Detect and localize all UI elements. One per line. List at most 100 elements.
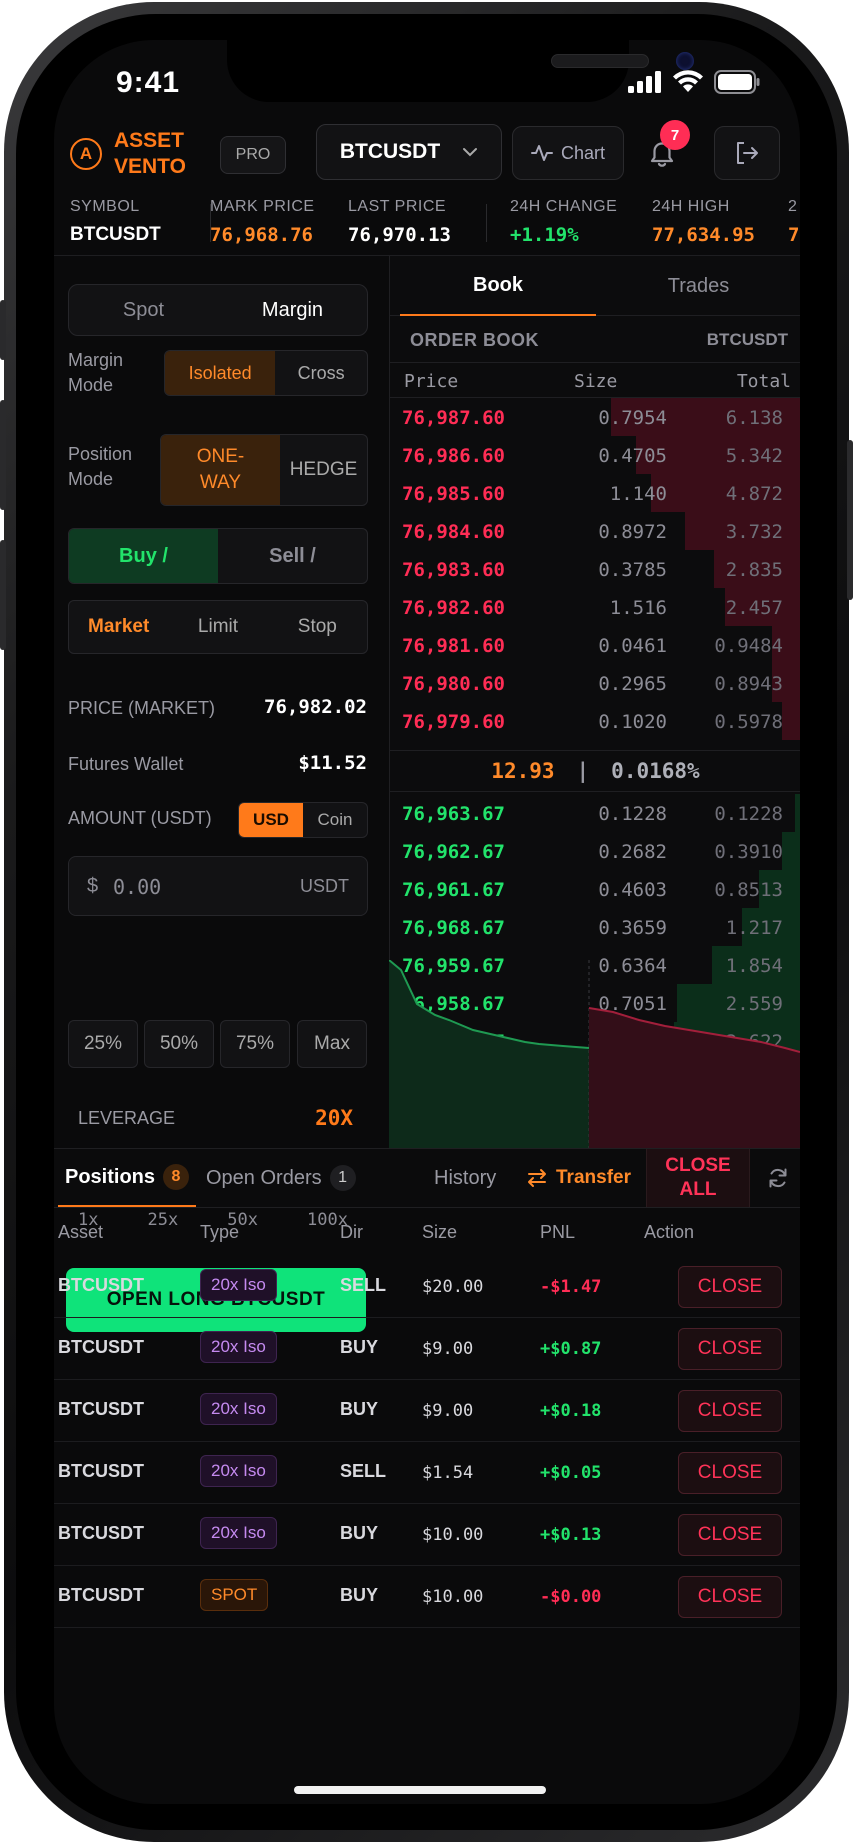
status-time: 9:41 — [116, 66, 181, 99]
amount-prefix: $ — [87, 875, 99, 897]
margin-mode-isolated[interactable]: Isolated — [165, 351, 276, 395]
ask-row[interactable]: 76,980.60 0.2965 0.8943 — [390, 664, 800, 702]
position-asset: BTCUSDT — [58, 1585, 144, 1605]
pro-mode-button[interactable]: PRO — [220, 136, 286, 174]
column-size: Size — [574, 371, 618, 392]
ask-depth-area — [589, 1008, 800, 1148]
chart-button-label: Chart — [560, 142, 605, 163]
position-asset: BTCUSDT — [58, 1523, 144, 1543]
order-type-market[interactable]: Market — [69, 601, 168, 653]
buy-tab[interactable]: Buy / — [69, 529, 218, 583]
position-mode-one-way[interactable]: ONE-WAY — [161, 435, 280, 505]
ticker-value: BTCUSDT — [70, 224, 161, 245]
position-row: BTCUSDT SPOT BUY $10.00 -$0.00 CLOSE — [54, 1566, 800, 1628]
leverage-label: LEVERAGE — [78, 1108, 176, 1128]
ask-row[interactable]: 76,984.60 0.8972 3.732 — [390, 512, 800, 550]
pct-max-button[interactable]: Max — [297, 1020, 367, 1068]
position-asset: BTCUSDT — [58, 1337, 144, 1357]
logout-button[interactable] — [714, 126, 780, 180]
tab-book[interactable]: Book — [400, 256, 596, 316]
ask-row[interactable]: 76,986.60 0.4705 5.342 — [390, 436, 800, 474]
ticker-label: 24H HIGH — [652, 198, 730, 215]
margin-mode-cross[interactable]: Cross — [275, 351, 367, 395]
bid-row[interactable]: 76,961.67 0.4603 0.8513 — [390, 870, 800, 908]
order-total: 4.872 — [725, 483, 783, 505]
transfer-button[interactable]: Transfer — [526, 1149, 631, 1207]
pct-50-button[interactable]: 50% — [144, 1020, 214, 1068]
tab-open-orders-label: Open Orders — [206, 1166, 322, 1189]
ask-row[interactable]: 76,983.60 0.3785 2.835 — [390, 550, 800, 588]
chart-button[interactable]: Chart — [512, 126, 624, 180]
order-total: 0.9484 — [714, 635, 783, 657]
ask-row[interactable]: 76,982.60 1.516 2.457 — [390, 588, 800, 626]
refresh-icon[interactable] — [767, 1167, 789, 1189]
order-price: 76,968.67 — [402, 917, 505, 939]
wifi-icon — [673, 70, 703, 92]
notification-badge: 7 — [660, 120, 690, 150]
order-size: 0.3785 — [598, 559, 667, 581]
position-direction: BUY — [340, 1337, 379, 1357]
ticker-mark-price: MARK PRICE 76,968.76 — [210, 198, 315, 246]
close-position-button[interactable]: CLOSE — [678, 1390, 782, 1432]
order-total: 0.8943 — [714, 673, 783, 695]
position-row: BTCUSDT 20x Iso BUY $9.00 +$0.87 CLOSE — [54, 1318, 800, 1380]
column-price: Price — [404, 371, 459, 392]
order-type-stop[interactable]: Stop — [268, 601, 367, 653]
order-type-limit[interactable]: Limit — [168, 601, 267, 653]
close-position-button[interactable]: CLOSE — [678, 1266, 782, 1308]
trade-panel: Spot Margin Margin Mode Isolated Cross P… — [54, 256, 387, 1332]
spot-margin-toggle: Spot Margin — [68, 284, 368, 336]
position-row: BTCUSDT 20x Iso SELL $20.00 -$1.47 CLOSE — [54, 1256, 800, 1318]
ask-row[interactable]: 76,987.60 0.7954 6.138 — [390, 398, 800, 436]
pct-75-button[interactable]: 75% — [220, 1020, 290, 1068]
position-type-badge: 20x Iso — [200, 1331, 277, 1363]
order-total: 5.342 — [725, 445, 783, 467]
book-tabs: Book Trades — [390, 256, 800, 316]
ask-row[interactable]: 76,985.60 1.140 4.872 — [390, 474, 800, 512]
order-size: 0.4603 — [598, 879, 667, 901]
ask-row[interactable]: 76,981.60 0.0461 0.9484 — [390, 626, 800, 664]
currency-usd[interactable]: USD — [239, 803, 303, 837]
ticker-symbol: SYMBOL BTCUSDT — [70, 198, 161, 246]
sell-tab[interactable]: Sell / — [218, 529, 367, 583]
tab-history[interactable]: History — [434, 1149, 496, 1207]
order-price: 76,985.60 — [402, 483, 505, 505]
ticker-24h-high: 24H HIGH 77,634.95 — [652, 198, 755, 246]
pct-25-button[interactable]: 25% — [68, 1020, 138, 1068]
column-dir: Dir — [340, 1222, 363, 1242]
tab-spot[interactable]: Spot — [69, 285, 218, 335]
tab-positions[interactable]: Positions 8 — [58, 1149, 196, 1207]
brand-name: ASSET VENTO — [114, 128, 194, 180]
bid-row[interactable]: 76,968.67 0.3659 1.217 — [390, 908, 800, 946]
close-position-button[interactable]: CLOSE — [678, 1514, 782, 1556]
close-position-button[interactable]: CLOSE — [678, 1576, 782, 1618]
order-price: 76,963.67 — [402, 803, 505, 825]
order-size: 0.2682 — [598, 841, 667, 863]
close-position-button[interactable]: CLOSE — [678, 1452, 782, 1494]
position-mode-toggle: ONE-WAY HEDGE — [160, 434, 368, 506]
close-position-button[interactable]: CLOSE — [678, 1328, 782, 1370]
spread-value: 12.93 — [491, 759, 555, 783]
order-price: 76,987.60 — [402, 407, 505, 429]
amount-input[interactable]: $ 0.00 USDT — [68, 856, 368, 916]
notch — [227, 40, 694, 102]
symbol-select[interactable]: BTCUSDT — [316, 124, 502, 180]
position-type-badge: 20x Iso — [200, 1517, 277, 1549]
spread-percent: 0.0168% — [611, 759, 700, 783]
currency-coin[interactable]: Coin — [303, 803, 367, 837]
bid-row[interactable]: 76,962.67 0.2682 0.3910 — [390, 832, 800, 870]
close-all-button[interactable]: CLOSE ALL — [646, 1149, 750, 1207]
order-price: 76,981.60 — [402, 635, 505, 657]
activity-icon — [530, 145, 553, 161]
position-mode-hedge[interactable]: HEDGE — [280, 435, 367, 505]
tab-trades[interactable]: Trades — [596, 256, 800, 316]
brand-logo[interactable]: A ASSET VENTO — [70, 128, 194, 180]
tab-margin[interactable]: Margin — [218, 285, 367, 335]
order-book-title: ORDER BOOK — [410, 330, 540, 350]
bid-row[interactable]: 76,963.67 0.1228 0.1228 — [390, 794, 800, 832]
tab-open-orders[interactable]: Open Orders 1 — [206, 1149, 356, 1207]
ask-row[interactable]: 76,979.60 0.1020 0.5978 — [390, 702, 800, 740]
order-total: 2.457 — [725, 597, 783, 619]
order-price: 76,986.60 — [402, 445, 505, 467]
position-pnl: +$0.18 — [540, 1401, 602, 1421]
